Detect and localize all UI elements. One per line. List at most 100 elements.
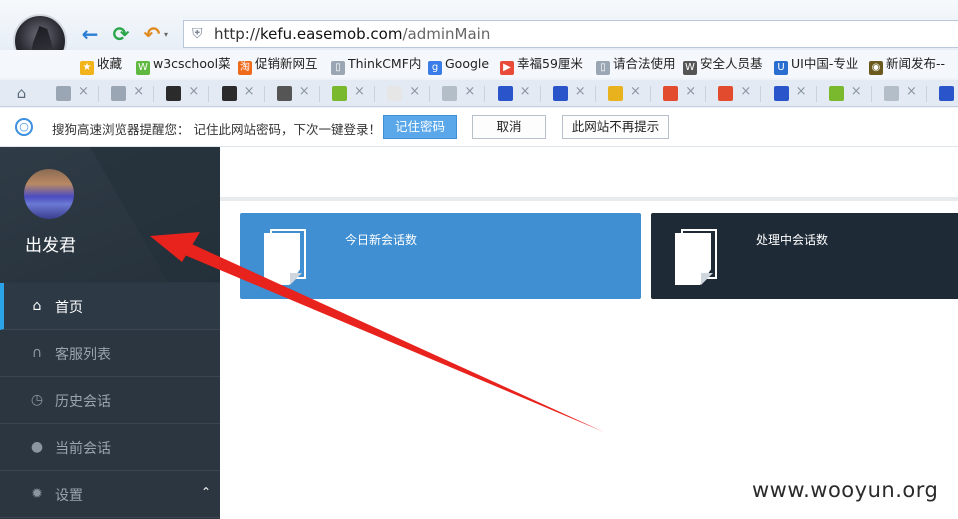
bookmark-item[interactable]: 淘促销新网互	[238, 55, 318, 75]
close-tab-icon[interactable]: ×	[354, 84, 365, 99]
bookmark-label: 安全人员基	[700, 56, 763, 71]
close-tab-icon[interactable]: ×	[133, 84, 144, 99]
dark-site-icon	[166, 86, 182, 101]
bookmark-item[interactable]: g Google	[428, 55, 489, 75]
browser-tab[interactable]: ×	[105, 84, 155, 104]
avatar[interactable]	[24, 169, 74, 219]
browser-tab[interactable]: ×	[326, 84, 376, 104]
globe-icon	[56, 86, 71, 101]
close-tab-icon[interactable]: ×	[299, 84, 310, 99]
browser-tab[interactable]: ×	[160, 84, 210, 104]
bookmark-item[interactable]: ◉ 新闻发布--	[869, 55, 946, 75]
undo-icon[interactable]: ↶	[140, 22, 164, 46]
back-arrow-icon[interactable]: ←	[78, 22, 102, 46]
close-tab-icon[interactable]: ×	[851, 84, 862, 99]
chat-bubble-icon: ●	[30, 439, 44, 455]
browser-tab[interactable]: ×	[602, 84, 652, 104]
user-profile-panel: 出发君	[0, 147, 220, 282]
never-remind-button[interactable]: 此网站不再提示	[562, 115, 669, 139]
gear-icon: ✹	[31, 486, 43, 502]
sidebar-item[interactable]: ⌂ 首页	[0, 283, 220, 330]
browser-tab[interactable]: ×	[878, 84, 928, 104]
sidebar: 出发君 ⌂ 首页 ∩ 客服列表 ◷ 历史会话 ● 当前会话 ✹ 设置 ⌃	[0, 147, 220, 519]
browser-tab[interactable]: ×	[50, 84, 100, 104]
close-tab-icon[interactable]: ×	[188, 84, 199, 99]
sprout-icon	[828, 86, 844, 101]
browser-tab[interactable]: ×	[381, 84, 431, 104]
sidebar-item[interactable]: ● 当前会话	[0, 424, 220, 471]
browser-tab[interactable]: ×	[547, 84, 597, 104]
chevron-down-icon[interactable]: ▾	[164, 30, 174, 40]
close-tab-icon[interactable]: ×	[464, 84, 475, 99]
bookmark-item[interactable]: U UI中国-专业	[774, 55, 858, 75]
flag-icon	[608, 86, 623, 101]
main-content: 今日新会话数 处理中会话数	[220, 147, 958, 519]
close-tab-icon[interactable]: ×	[244, 84, 255, 99]
bookmark-item[interactable]: ▯ ThinkCMF内	[331, 55, 421, 75]
mask-icon	[387, 86, 403, 101]
refresh-icon[interactable]: ⟳	[109, 22, 133, 46]
close-tab-icon[interactable]: ×	[575, 84, 586, 99]
watermark: www.wooyun.org	[752, 478, 939, 502]
page-icon	[442, 86, 458, 101]
browser-tab[interactable]: ×	[768, 84, 818, 104]
bookmark-label: 新闻发布--	[886, 56, 946, 71]
content-divider	[220, 197, 958, 201]
close-tab-icon[interactable]: ×	[685, 84, 696, 99]
close-tab-icon[interactable]: ×	[409, 84, 420, 99]
bookmarks-bar: ★ 收藏 Ww3cschool菜淘促销新网互 ▯ ThinkCMF内 g Google ▶ 幸福…	[0, 50, 958, 78]
bookmark-label: 促销新网互	[255, 56, 318, 71]
bookmark-item[interactable]: ▶ 幸福59厘米	[500, 55, 583, 75]
sidebar-menu: ⌂ 首页 ∩ 客服列表 ◷ 历史会话 ● 当前会话 ✹ 设置 ⌃	[0, 283, 220, 518]
stat-card-new-sessions[interactable]: 今日新会话数	[240, 213, 641, 299]
url-bar[interactable]: ⛨ http://kefu.easemob.com/adminMain	[183, 20, 958, 48]
page-icon: ▯	[331, 61, 345, 75]
home-tab[interactable]: ⌂	[10, 84, 40, 104]
close-tab-icon[interactable]: ×	[630, 84, 641, 99]
bookmark-label: 收藏	[97, 56, 123, 71]
baidu-paw-icon	[939, 86, 955, 101]
sidebar-item[interactable]: ✹ 设置 ⌃	[0, 471, 220, 518]
bookmark-item[interactable]: ▯ 请合法使用	[596, 55, 676, 75]
card-title: 处理中会话数	[756, 233, 829, 247]
bookmark-item[interactable]: Ww3cschool菜	[136, 55, 231, 75]
bookmark-item[interactable]: W 安全人员基	[683, 55, 763, 75]
chrome-ring-icon	[663, 86, 679, 101]
sidebar-item[interactable]: ◷ 历史会话	[0, 377, 220, 424]
taobao-icon: 淘	[238, 61, 252, 75]
browser-tab[interactable]: ×	[216, 84, 266, 104]
close-tab-icon[interactable]: ×	[796, 84, 807, 99]
browser-tab[interactable]: ×	[657, 84, 707, 104]
stat-card-processing-sessions[interactable]: 处理中会话数	[651, 213, 958, 299]
browser-tab[interactable]: ×	[436, 84, 486, 104]
headset-icon: ∩	[31, 345, 43, 361]
sidebar-item-label: 当前会话	[55, 441, 111, 457]
close-tab-icon[interactable]: ×	[78, 84, 89, 99]
browser-tab[interactable]: ×	[712, 84, 762, 104]
url-text[interactable]: http://kefu.easemob.com/adminMain	[214, 25, 490, 43]
page-icon	[884, 86, 899, 101]
cancel-button[interactable]: 取消	[472, 115, 546, 139]
browser-tab[interactable]: ×	[823, 84, 873, 104]
house-icon: ⌂	[16, 84, 27, 102]
remember-password-button[interactable]: 记住密码	[383, 115, 457, 139]
sidebar-item[interactable]: ∩ 客服列表	[0, 330, 220, 377]
close-tab-icon[interactable]: ×	[740, 84, 751, 99]
wiki-icon: W	[683, 61, 697, 75]
browser-chrome: ← ⟳ ↶ ▾ ⛨ http://kefu.easemob.com/adminM…	[0, 0, 958, 147]
browser-tab[interactable]: ×	[933, 84, 958, 104]
bookmark-label: w3cschool菜	[153, 56, 231, 71]
sidebar-item-label: 客服列表	[55, 347, 111, 363]
close-tab-icon[interactable]: ×	[906, 84, 917, 99]
bookmark-item[interactable]: ★ 收藏	[80, 55, 123, 75]
grid-icon	[111, 86, 127, 101]
browser-tab[interactable]: ×	[271, 84, 321, 104]
close-tab-icon[interactable]: ×	[520, 84, 531, 99]
home-icon: ⌂	[32, 298, 42, 314]
document-icon	[675, 229, 721, 285]
dark-site-icon	[221, 86, 237, 101]
clock-icon: ◷	[30, 392, 44, 408]
chevron-up-icon[interactable]: ⌃	[201, 485, 211, 499]
browser-tab[interactable]: ×	[492, 84, 542, 104]
star-icon: ★	[80, 61, 94, 75]
